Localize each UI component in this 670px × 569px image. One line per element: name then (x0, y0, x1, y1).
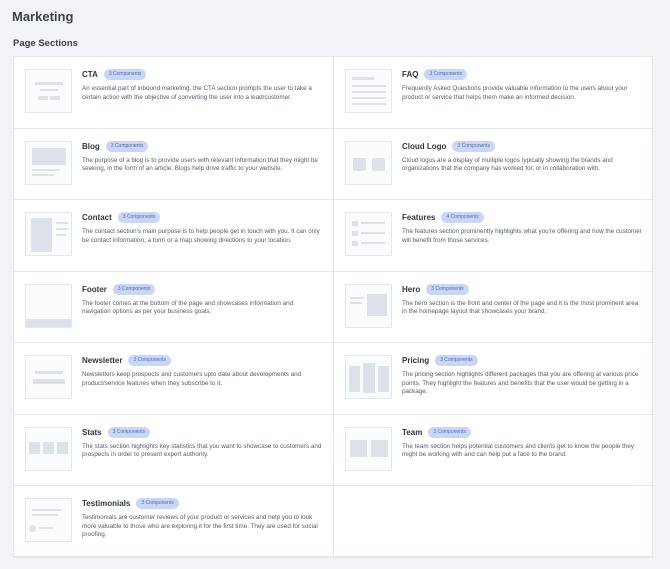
sections-grid: CTA 3 Components An essential part of in… (13, 56, 654, 558)
components-badge: 3 Components (103, 69, 147, 80)
components-badge: 3 Components (112, 283, 156, 295)
section-name: Team (402, 427, 423, 437)
pricing-thumbnail-icon (345, 355, 392, 399)
section-name: CTA (82, 70, 98, 79)
section-name: Features (402, 213, 436, 222)
section-description: The stats section highlights key statist… (82, 442, 322, 459)
section-card-blog[interactable]: Blog 3 Components The purpose of a blog … (14, 128, 334, 200)
section-description: The footer comes at the bottom of the pa… (82, 299, 294, 316)
section-card-faq[interactable]: FAQ 3 Components Frequently Asked Questi… (334, 57, 654, 129)
section-description: An essential part of inbound marketing, … (82, 85, 312, 101)
section-description: The features section prominently highlig… (402, 228, 642, 244)
components-badge: 3 Components (452, 140, 495, 152)
section-description: The hero section is the front and center… (402, 299, 639, 316)
components-badge: 3 Components (426, 283, 469, 295)
section-name: Hero (402, 284, 421, 294)
components-badge: 3 Components (136, 498, 179, 509)
section-card-footer[interactable]: Footer 3 Components The footer comes at … (14, 271, 334, 343)
section-name: Blog (82, 141, 100, 151)
section-name: Pricing (402, 356, 430, 365)
components-badge: 3 Components (105, 140, 149, 152)
faq-thumbnail-icon (345, 69, 392, 113)
components-badge: 3 Components (117, 212, 161, 223)
section-heading: Page Sections (13, 38, 78, 49)
empty-cell (334, 486, 654, 558)
section-description: The contact section's main purpose is to… (82, 228, 320, 244)
components-badge: 4 Components (441, 212, 484, 223)
blog-thumbnail-icon (25, 140, 72, 185)
newsletter-thumbnail-icon (25, 355, 72, 399)
cta-thumbnail-icon (25, 69, 72, 113)
section-name: Contact (82, 213, 112, 222)
section-card-pricing[interactable]: Pricing 3 Components The pricing section… (334, 343, 654, 415)
section-card-testimonials[interactable]: Testimonials 3 Components Testimonials a… (14, 486, 334, 558)
section-description: Testimonials are customer reviews of you… (82, 514, 318, 538)
section-card-stats[interactable]: Stats 3 Components The stats section hig… (14, 414, 334, 486)
section-card-cta[interactable]: CTA 3 Components An essential part of in… (14, 57, 334, 129)
cloud-logo-thumbnail-icon (345, 140, 392, 185)
components-badge: 3 Components (435, 355, 478, 366)
contact-thumbnail-icon (25, 212, 72, 256)
section-name: FAQ (402, 70, 419, 79)
stats-thumbnail-icon (25, 426, 72, 471)
section-card-newsletter[interactable]: Newsletter 3 Components Newsletters keep… (14, 343, 334, 415)
section-name: Newsletter (82, 356, 123, 365)
components-badge: 3 Components (107, 426, 151, 438)
section-description: The pricing section highlights different… (402, 371, 639, 395)
section-name: Cloud Logo (402, 141, 447, 151)
team-thumbnail-icon (345, 426, 392, 471)
section-name: Footer (82, 284, 107, 294)
testimonials-thumbnail-icon (25, 498, 72, 542)
section-name: Stats (82, 427, 102, 437)
section-name: Testimonials (82, 499, 131, 508)
page-title: Marketing (12, 9, 74, 24)
section-card-contact[interactable]: Contact 3 Components The contact section… (14, 200, 334, 272)
section-description: The team section helps potential custome… (402, 442, 635, 459)
components-badge: 3 Components (428, 426, 471, 438)
section-card-features[interactable]: Features 4 Components The features secti… (334, 200, 654, 272)
features-thumbnail-icon (345, 212, 392, 256)
hero-thumbnail-icon (345, 283, 392, 328)
section-description: Cloud logos are a display of multiple lo… (402, 156, 613, 173)
section-card-hero[interactable]: Hero 3 Components The hero section is th… (334, 272, 654, 343)
section-card-team[interactable]: Team 3 Components The team section helps… (334, 415, 654, 486)
section-description: Newsletters keep prospects and customers… (82, 371, 302, 387)
section-card-cloud-logo[interactable]: Cloud Logo 3 Components Cloud logos are … (334, 129, 654, 200)
components-badge: 3 Components (128, 355, 171, 366)
footer-thumbnail-icon (25, 283, 72, 328)
components-badge: 3 Components (424, 69, 467, 80)
section-description: Frequently Asked Questions provide valua… (402, 85, 628, 101)
section-description: The purpose of a blog is to provide user… (82, 156, 318, 173)
